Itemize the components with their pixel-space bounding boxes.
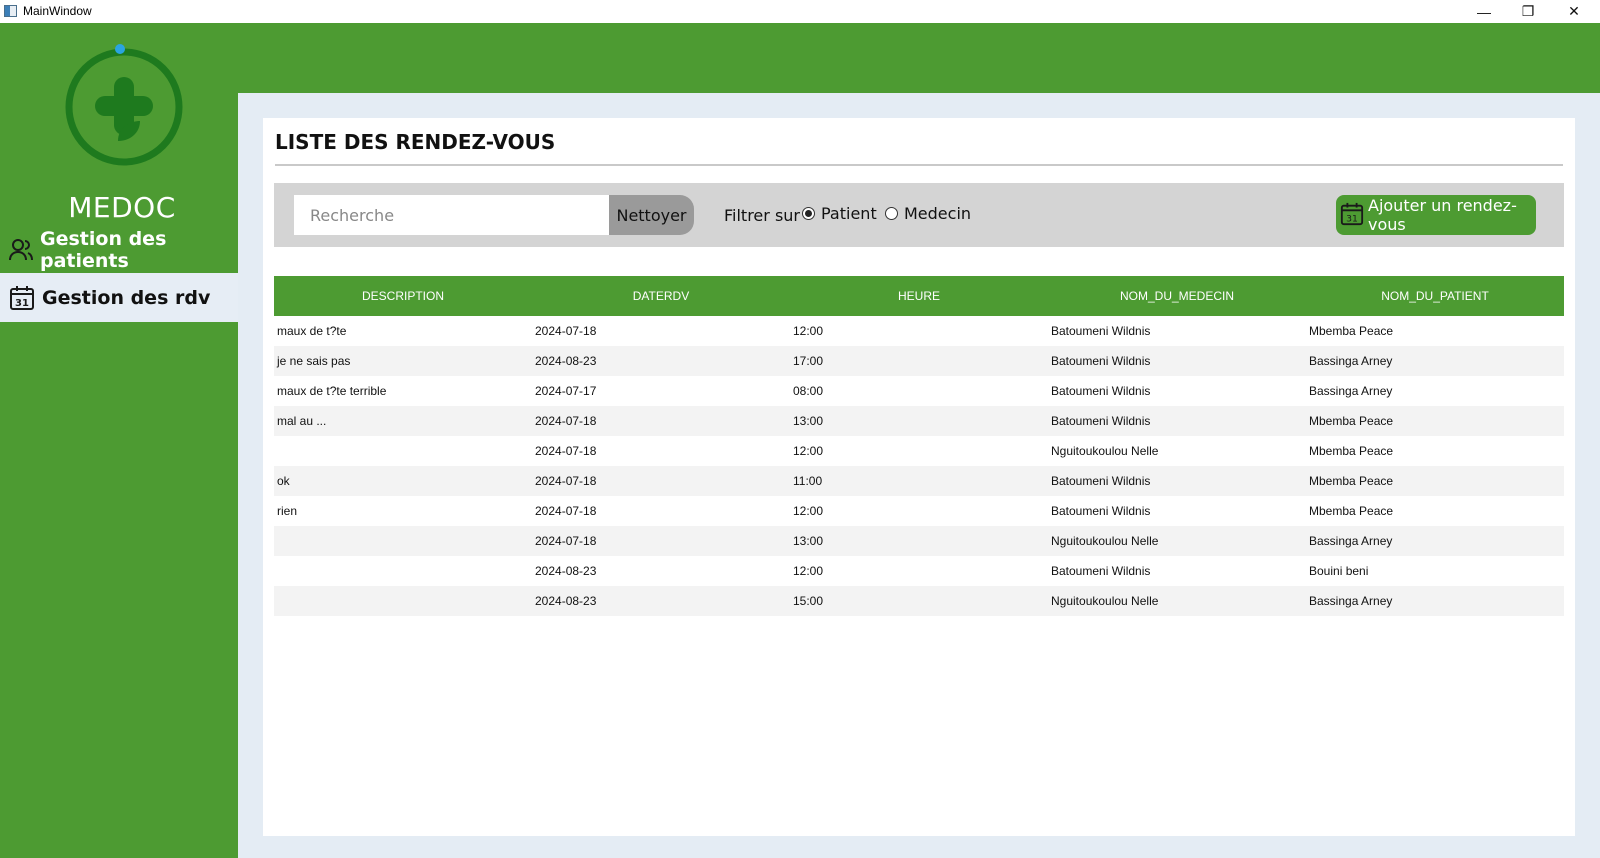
appointments-panel: LISTE DES RENDEZ-VOUS Nettoyer Filtrer s… [263,118,1575,836]
cell-nom-du-patient[interactable]: Mbemba Peace [1306,324,1564,338]
calendar-icon: 31 [8,284,36,312]
cell-daterdv[interactable]: 2024-07-18 [532,504,790,518]
table-row[interactable]: 2024-08-23 12:00 Batoumeni Wildnis Bouini b… [274,556,1564,586]
add-appointment-label: Ajouter un rendez-vous [1368,196,1517,234]
page-title: LISTE DES RENDEZ-VOUS [275,130,556,154]
svg-text:31: 31 [15,298,29,309]
appointments-table: DESCRIPTION DATERDV HEURE NOM_DU_MEDECIN… [274,276,1564,616]
app-icon [4,5,17,17]
cell-description[interactable]: ok [274,474,532,488]
header-bar [238,23,1600,93]
title-divider [275,164,1563,166]
cell-daterdv[interactable]: 2024-07-18 [532,534,790,548]
cell-nom-du-patient[interactable]: Bassinga Arney [1306,384,1564,398]
cell-nom-du-medecin[interactable]: Batoumeni Wildnis [1048,324,1306,338]
cell-daterdv[interactable]: 2024-08-23 [532,594,790,608]
column-header-nom-du-patient[interactable]: NOM_DU_PATIENT [1306,276,1564,316]
cell-nom-du-medecin[interactable]: Batoumeni Wildnis [1048,504,1306,518]
brand-name: MEDOC [68,191,176,224]
filter-radio-medecin[interactable]: Medecin [885,204,971,223]
cell-nom-du-patient[interactable]: Mbemba Peace [1306,474,1564,488]
toolbar: Nettoyer Filtrer sur Patient Medecin 31 … [274,183,1564,247]
cell-daterdv[interactable]: 2024-07-18 [532,414,790,428]
window-title: MainWindow [23,4,92,18]
cell-heure[interactable]: 13:00 [790,414,1048,428]
table-row[interactable]: 2024-07-18 13:00 Nguitoukoulou Nelle Bassin… [274,526,1564,556]
maximize-button[interactable]: ❐ [1506,0,1550,23]
cell-nom-du-medecin[interactable]: Nguitoukoulou Nelle [1048,594,1306,608]
radio-indicator-unchecked [885,207,898,220]
cell-heure[interactable]: 11:00 [790,474,1048,488]
cell-nom-du-medecin[interactable]: Batoumeni Wildnis [1048,474,1306,488]
clear-button[interactable]: Nettoyer [609,195,694,235]
cell-description[interactable]: mal au ... [274,414,532,428]
column-header-nom-du-medecin[interactable]: NOM_DU_MEDECIN [1048,276,1306,316]
cell-nom-du-medecin[interactable]: Batoumeni Wildnis [1048,354,1306,368]
cell-description[interactable]: je ne sais pas [274,354,532,368]
table-row[interactable]: maux de t?te terrible 2024-07-17 08:00 Bato… [274,376,1564,406]
cell-heure[interactable]: 12:00 [790,324,1048,338]
cell-nom-du-patient[interactable]: Mbemba Peace [1306,414,1564,428]
cell-daterdv[interactable]: 2024-07-18 [532,324,790,338]
radio-label-patient: Patient [821,204,877,223]
cell-daterdv[interactable]: 2024-07-17 [532,384,790,398]
nav-gestion-patients[interactable]: Gestion des patients [0,225,238,274]
column-header-heure[interactable]: HEURE [790,276,1048,316]
column-header-description[interactable]: DESCRIPTION [274,276,532,316]
cell-description[interactable]: maux de t?te terrible [274,384,532,398]
cell-heure[interactable]: 15:00 [790,594,1048,608]
table-row[interactable]: mal au ... 2024-07-18 13:00 Batoumeni Wildn… [274,406,1564,436]
close-button[interactable]: ✕ [1552,0,1596,23]
table-row[interactable]: rien 2024-07-18 12:00 Batoumeni Wildnis Mbem… [274,496,1564,526]
cell-daterdv[interactable]: 2024-08-23 [532,564,790,578]
column-header-daterdv[interactable]: DATERDV [532,276,790,316]
table-row[interactable]: 2024-07-18 12:00 Nguitoukoulou Nelle Mbemba… [274,436,1564,466]
users-icon [8,236,34,264]
svg-text:31: 31 [1346,213,1358,224]
medoc-logo-icon [65,44,183,166]
cell-heure[interactable]: 12:00 [790,564,1048,578]
cell-nom-du-patient[interactable]: Mbemba Peace [1306,444,1564,458]
table-row[interactable]: maux de t?te 2024-07-18 12:00 Batoumeni Wil… [274,316,1564,346]
cell-daterdv[interactable]: 2024-07-18 [532,474,790,488]
radio-label-medecin: Medecin [904,204,972,223]
radio-indicator-checked [802,207,815,220]
calendar-icon: 31 [1340,202,1364,228]
sidebar: MEDOC Gestion des patients 31 Gestion de… [0,23,238,858]
cell-nom-du-patient[interactable]: Bassinga Arney [1306,534,1564,548]
search-input[interactable] [294,195,610,235]
cell-heure[interactable]: 12:00 [790,444,1048,458]
cell-nom-du-medecin[interactable]: Nguitoukoulou Nelle [1048,534,1306,548]
minimize-button[interactable]: — [1462,0,1506,23]
table-body: maux de t?te 2024-07-18 12:00 Batoumeni Wil… [274,316,1564,616]
cell-nom-du-medecin[interactable]: Batoumeni Wildnis [1048,384,1306,398]
cell-nom-du-patient[interactable]: Mbemba Peace [1306,504,1564,518]
cell-heure[interactable]: 17:00 [790,354,1048,368]
cell-heure[interactable]: 13:00 [790,534,1048,548]
cell-description[interactable]: rien [274,504,532,518]
nav-gestion-rdv[interactable]: 31 Gestion des rdv [0,273,238,322]
cell-daterdv[interactable]: 2024-08-23 [532,354,790,368]
cell-heure[interactable]: 08:00 [790,384,1048,398]
table-header: DESCRIPTION DATERDV HEURE NOM_DU_MEDECIN… [274,276,1564,316]
cell-heure[interactable]: 12:00 [790,504,1048,518]
cell-nom-du-patient[interactable]: Bassinga Arney [1306,354,1564,368]
cell-nom-du-medecin[interactable]: Nguitoukoulou Nelle [1048,444,1306,458]
filter-label: Filtrer sur [724,206,800,225]
filter-radio-patient[interactable]: Patient [802,204,877,223]
cell-nom-du-patient[interactable]: Bouini beni [1306,564,1564,578]
cell-nom-du-medecin[interactable]: Batoumeni Wildnis [1048,564,1306,578]
nav-label-rdv: Gestion des rdv [42,286,211,309]
table-row[interactable]: ok 2024-07-18 11:00 Batoumeni Wildnis Mbemba… [274,466,1564,496]
add-appointment-button[interactable]: 31 Ajouter un rendez-vous [1336,195,1536,235]
cell-nom-du-medecin[interactable]: Batoumeni Wildnis [1048,414,1306,428]
window-titlebar: MainWindow — ❐ ✕ [0,0,1600,23]
table-row[interactable]: 2024-08-23 15:00 Nguitoukoulou Nelle Bassin… [274,586,1564,616]
table-row[interactable]: je ne sais pas 2024-08-23 17:00 Batoumeni W… [274,346,1564,376]
nav-label-patients: Gestion des patients [40,227,167,272]
cell-description[interactable]: maux de t?te [274,324,532,338]
cell-daterdv[interactable]: 2024-07-18 [532,444,790,458]
cell-nom-du-patient[interactable]: Bassinga Arney [1306,594,1564,608]
